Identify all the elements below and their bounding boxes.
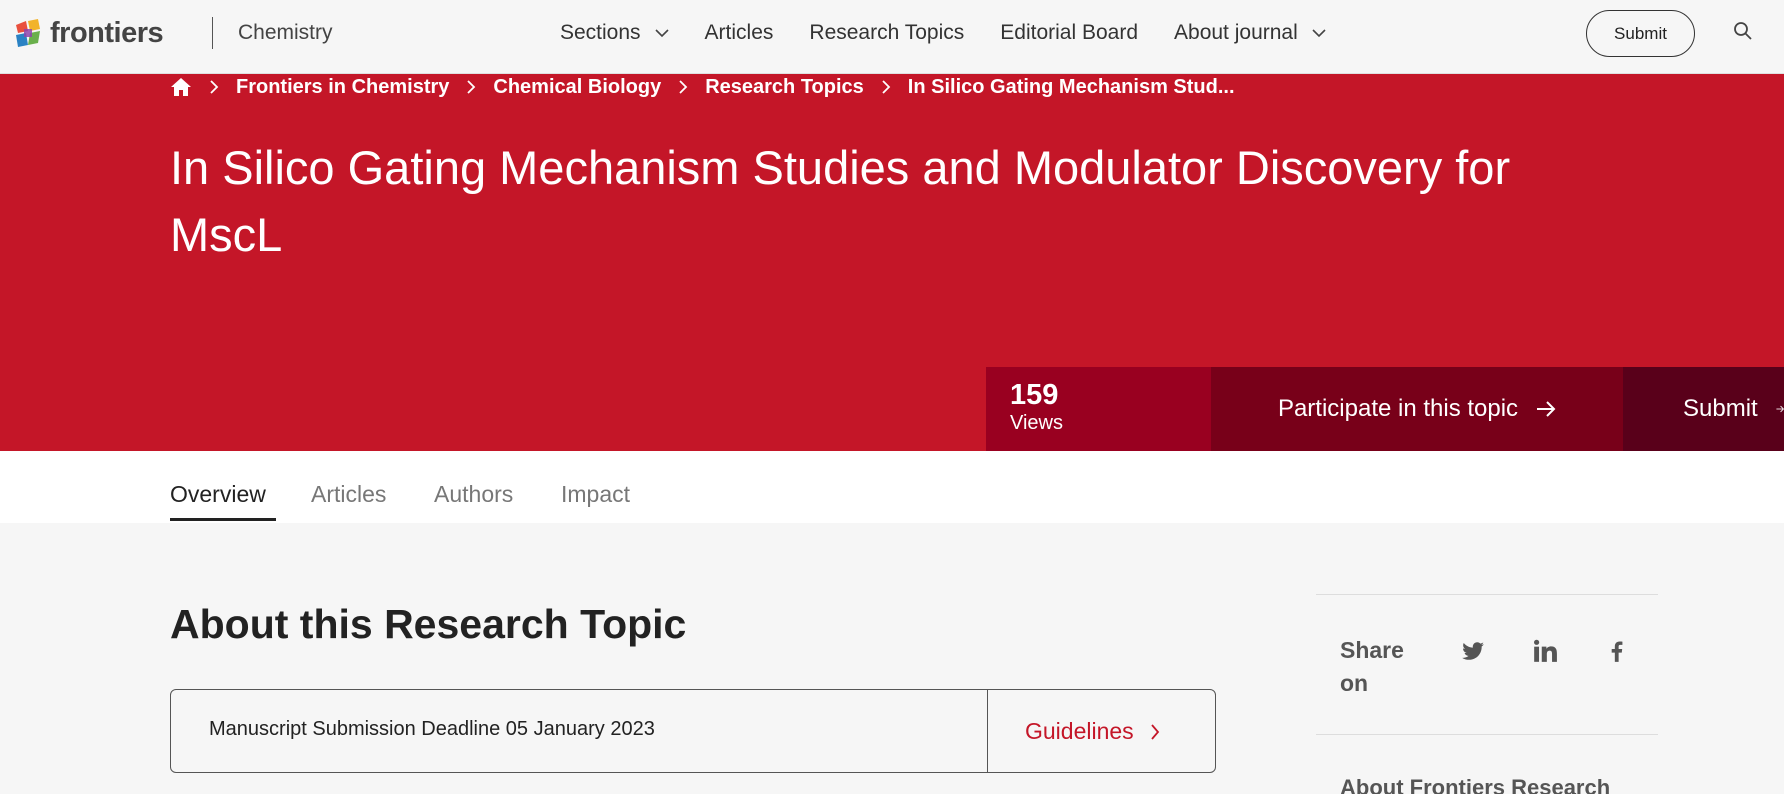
logo-text: frontiers: [50, 16, 164, 49]
linkedin-icon[interactable]: [1532, 638, 1558, 664]
nav-sections-label: Sections: [560, 21, 641, 44]
share-divider-top: [1316, 594, 1658, 595]
page-title: In Silico Gating Mechanism Studies and M…: [170, 141, 1511, 261]
header-submit-button[interactable]: Submit: [1586, 10, 1695, 57]
participate-label: Participate in this topic: [1277, 395, 1519, 422]
nav-articles-label: Articles: [704, 21, 774, 44]
guidelines-label: Guidelines: [1025, 718, 1134, 744]
nav-articles[interactable]: Articles: [705, 21, 774, 45]
guidelines-link[interactable]: Guidelines: [1025, 718, 1160, 745]
nav-editorial-board-label: Editorial Board: [1000, 21, 1139, 44]
chevron-right-icon: [1151, 723, 1159, 740]
tab-articles[interactable]: Articles: [311, 481, 386, 508]
views-stat: 159 Views: [986, 367, 1211, 451]
chevron-right-icon: [882, 80, 891, 94]
search-icon[interactable]: [1733, 21, 1753, 41]
chevron-right-icon: [679, 80, 688, 94]
nav-about-journal[interactable]: About journal: [1174, 21, 1326, 45]
nav-research-topics-label: Research Topics: [809, 21, 965, 44]
twitter-icon[interactable]: [1460, 638, 1486, 664]
arrow-right-icon: [1537, 401, 1556, 417]
chevron-down-icon: [1312, 28, 1326, 37]
main-nav: Sections Articles Research Topics Editor…: [560, 0, 1362, 66]
tab-authors[interactable]: Authors: [434, 481, 513, 508]
frontiers-logo-icon: [16, 19, 40, 47]
logo-divider: [212, 17, 213, 49]
deadline-box: Manuscript Submission Deadline 05 Januar…: [170, 689, 1216, 773]
tab-overview[interactable]: Overview: [170, 481, 266, 508]
share-divider-bottom: [1316, 734, 1658, 735]
section-title: About this Research Topic: [170, 601, 687, 647]
participate-button[interactable]: Participate in this topic: [1211, 367, 1623, 451]
frontiers-logo[interactable]: frontiers: [14, 16, 164, 50]
top-navigation: frontiers Chemistry Sections Articles Re…: [0, 0, 1784, 74]
active-tab-indicator: [170, 518, 276, 521]
chevron-down-icon: [654, 28, 669, 37]
chevron-right-icon: [210, 80, 219, 94]
journal-name[interactable]: Chemistry: [238, 21, 333, 45]
about-frontiers-heading: About Frontiers Research: [1340, 775, 1611, 794]
nav-editorial-board[interactable]: Editorial Board: [1000, 21, 1138, 45]
deadline-text: Manuscript Submission Deadline 05 Januar…: [209, 718, 655, 740]
share-label: Share on: [1340, 637, 1404, 696]
views-count: 159: [1010, 379, 1059, 411]
breadcrumb-item[interactable]: Research Topics: [705, 76, 864, 99]
arrow-right-icon: [1776, 405, 1784, 413]
hero-submit-label: Submit: [1683, 395, 1758, 422]
nav-about-journal-label: About journal: [1174, 21, 1298, 44]
deadline-divider: [987, 690, 988, 772]
home-icon[interactable]: [170, 77, 192, 97]
tab-impact[interactable]: Impact: [561, 481, 630, 508]
breadcrumb: Frontiers in Chemistry Chemical Biology …: [170, 74, 1235, 100]
facebook-icon[interactable]: [1604, 638, 1630, 664]
hero-submit-button[interactable]: Submit: [1623, 367, 1784, 451]
topic-tabs: Overview Articles Authors Impact: [0, 451, 1784, 523]
views-label: Views: [1010, 412, 1063, 434]
nav-sections[interactable]: Sections: [560, 21, 669, 45]
breadcrumb-current: In Silico Gating Mechanism Stud...: [907, 75, 1235, 98]
nav-research-topics[interactable]: Research Topics: [809, 21, 964, 45]
chevron-right-icon: [467, 80, 476, 94]
breadcrumb-item[interactable]: Frontiers in Chemistry: [236, 76, 449, 99]
breadcrumb-item[interactable]: Chemical Biology: [493, 76, 661, 99]
hero-banner: Frontiers in Chemistry Chemical Biology …: [0, 74, 1784, 451]
